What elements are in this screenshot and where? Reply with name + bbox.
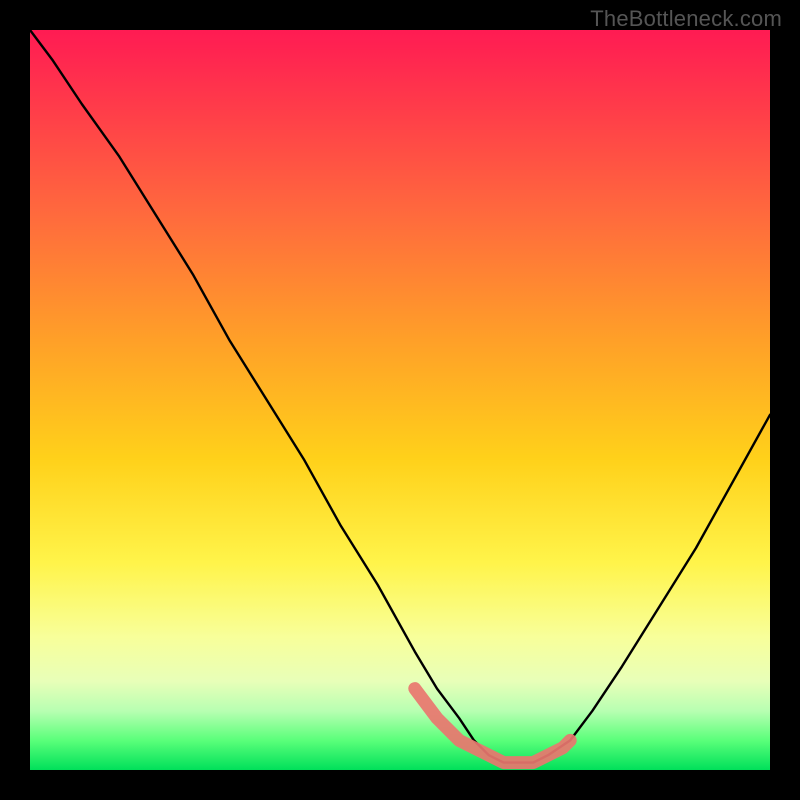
highlight-band [415, 689, 570, 763]
chart-frame: TheBottleneck.com [0, 0, 800, 800]
bottleneck-curve [30, 30, 770, 763]
watermark-text: TheBottleneck.com [590, 6, 782, 32]
plot-area [30, 30, 770, 770]
curve-svg [30, 30, 770, 770]
